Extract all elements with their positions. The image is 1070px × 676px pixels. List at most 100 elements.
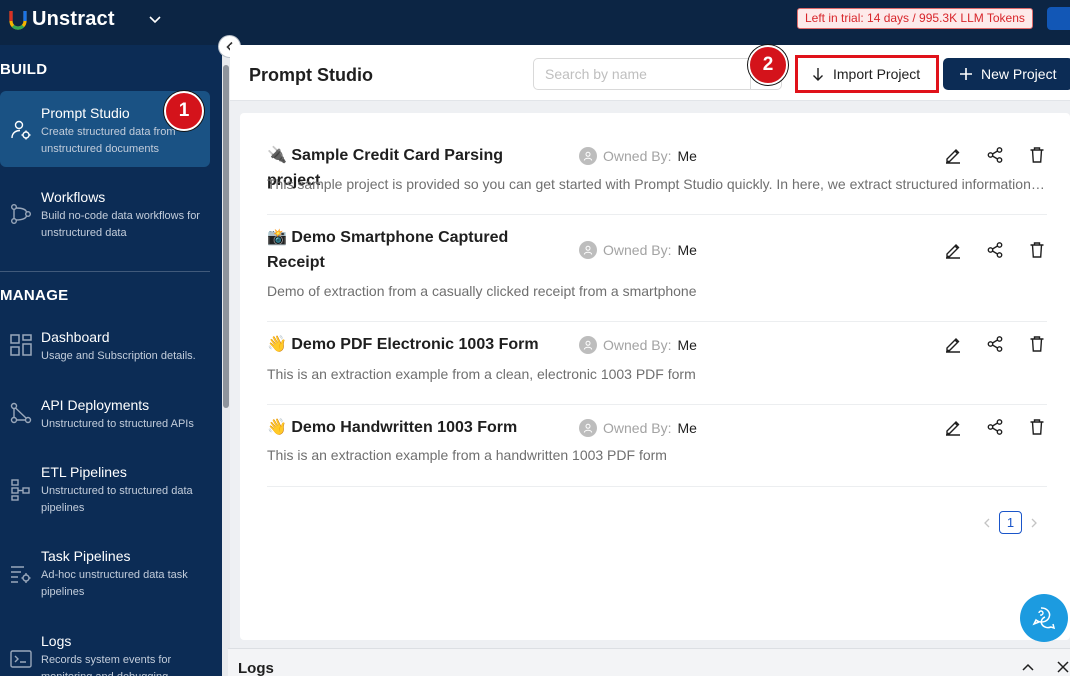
sidebar-item-logs[interactable]: Logs Records system events for monitorin… [0, 620, 210, 676]
page-number[interactable]: 1 [999, 511, 1022, 534]
trial-badge: Left in trial: 14 days / 995.3K LLM Toke… [797, 8, 1033, 29]
chat-help-icon [1032, 607, 1056, 630]
owner-label: Owned By: [603, 337, 672, 353]
upgrade-button[interactable] [1047, 7, 1070, 30]
step-marker-1: 1 [164, 91, 204, 131]
plus-icon [960, 68, 972, 80]
project-list-card: 🔌 Sample Credit Card Parsing project Own… [240, 113, 1070, 640]
project-row[interactable]: 🔌 Sample Credit Card Parsing project Own… [267, 133, 1047, 215]
sidebar-item-task-pipelines[interactable]: Task Pipelines Ad-hoc unstructured data … [0, 535, 210, 611]
user-avatar-icon [579, 241, 597, 259]
prompt-studio-icon [11, 120, 31, 140]
owner-name: Me [677, 242, 697, 258]
project-emoji: 🔌 [267, 147, 287, 164]
sidebar-item-label: ETL Pipelines [41, 464, 127, 480]
project-title[interactable]: 👋 Demo PDF Electronic 1003 Form [267, 332, 542, 357]
search-box [533, 58, 782, 90]
sidebar-item-label: Task Pipelines [41, 548, 131, 564]
api-icon [10, 402, 32, 424]
build-section-title: BUILD [0, 61, 48, 78]
project-emoji: 👋 [267, 336, 287, 353]
user-avatar-icon [579, 147, 597, 165]
terminal-icon [10, 650, 32, 668]
import-project-label: Import Project [833, 66, 921, 82]
sidebar-item-dashboard[interactable]: Dashboard Usage and Subscription details… [0, 316, 210, 376]
owner-name: Me [677, 337, 697, 353]
project-row[interactable]: 👋 Demo PDF Electronic 1003 Form Owned By… [267, 322, 1047, 405]
sidebar-item-label: Dashboard [41, 329, 110, 345]
logs-title: Logs [238, 660, 274, 676]
owner-name: Me [677, 148, 697, 164]
project-actions [921, 334, 1047, 354]
project-owner: Owned By: Me [579, 336, 697, 354]
import-project-button[interactable]: Import Project [795, 55, 939, 93]
owner-label: Owned By: [603, 242, 672, 258]
project-row[interactable]: 👋 Demo Handwritten 1003 Form Owned By: M… [267, 405, 1047, 487]
project-owner: Owned By: Me [579, 147, 697, 165]
search-input[interactable] [534, 59, 751, 89]
edit-icon[interactable] [943, 334, 963, 354]
share-icon[interactable] [985, 240, 1005, 260]
sidebar-item-desc: Ad-hoc unstructured data task pipelines [41, 569, 188, 598]
scroll-thumb[interactable] [223, 65, 229, 408]
sidebar-item-etl-pipelines[interactable]: ETL Pipelines Unstructured to structured… [0, 451, 210, 527]
brand-name: Unstract [32, 8, 115, 30]
project-row[interactable]: 📸 Demo Smartphone Captured Receipt Owned… [267, 215, 1047, 322]
workflow-icon [11, 204, 32, 225]
edit-icon[interactable] [943, 240, 963, 260]
close-icon[interactable] [1055, 659, 1070, 675]
project-emoji: 📸 [267, 229, 287, 246]
project-actions [921, 417, 1047, 437]
edit-icon[interactable] [943, 417, 963, 437]
project-emoji: 👋 [267, 419, 287, 436]
logs-panel: Logs [228, 648, 1070, 676]
project-title-text: Demo PDF Electronic 1003 Form [291, 336, 539, 353]
help-chat-button[interactable] [1020, 594, 1068, 642]
sidebar-item-api-deployments[interactable]: API Deployments Unstructured to structur… [0, 384, 210, 444]
delete-icon[interactable] [1027, 145, 1047, 165]
share-icon[interactable] [985, 334, 1005, 354]
task-icon [11, 566, 31, 583]
sidebar-item-desc: Unstructured to structured data pipeline… [41, 485, 193, 514]
sidebar-divider [0, 271, 210, 272]
chevron-left-icon[interactable] [981, 517, 993, 529]
main-header: Prompt Studio Import Project New Project [230, 45, 1070, 101]
owner-label: Owned By: [603, 420, 672, 436]
sidebar-item-desc: Records system events for monitoring and… [41, 654, 172, 676]
sidebar-item-label: Workflows [41, 189, 106, 205]
new-project-label: New Project [981, 66, 1057, 82]
owner-label: Owned By: [603, 148, 672, 164]
chevron-down-icon[interactable] [147, 12, 163, 28]
project-actions [921, 145, 1047, 165]
sidebar-scrollbar[interactable] [222, 45, 230, 676]
brand-logo[interactable]: Unstract [8, 8, 115, 31]
project-description: Demo of extraction from a casually click… [267, 283, 697, 299]
sidebar-item-label: API Deployments [41, 397, 150, 413]
delete-icon[interactable] [1027, 334, 1047, 354]
project-title[interactable]: 👋 Demo Handwritten 1003 Form [267, 415, 542, 440]
user-avatar-icon [579, 336, 597, 354]
sidebar-item-workflows[interactable]: Workflows Build no-code data workflows f… [0, 175, 210, 251]
new-project-button[interactable]: New Project [943, 58, 1070, 90]
project-title[interactable]: 📸 Demo Smartphone Captured Receipt [267, 225, 542, 275]
project-description: This sample project is provided so you c… [267, 176, 1047, 192]
sidebar: BUILD Prompt Studio Create structured da… [0, 45, 222, 676]
project-actions [921, 240, 1047, 260]
project-owner: Owned By: Me [579, 241, 697, 259]
project-title-text: Demo Smartphone Captured Receipt [267, 229, 509, 271]
sidebar-item-label: Logs [41, 633, 72, 649]
owner-name: Me [677, 420, 697, 436]
sidebar-item-desc: Usage and Subscription details. [41, 350, 196, 362]
arrow-down-icon [813, 68, 823, 81]
project-owner: Owned By: Me [579, 419, 697, 437]
project-title-text: Demo Handwritten 1003 Form [291, 419, 518, 436]
share-icon[interactable] [985, 145, 1005, 165]
delete-icon[interactable] [1027, 240, 1047, 260]
delete-icon[interactable] [1027, 417, 1047, 437]
project-description: This is an extraction example from a cle… [267, 366, 696, 382]
manage-section-title: MANAGE [0, 287, 69, 304]
chevron-right-icon[interactable] [1028, 517, 1040, 529]
chevron-up-icon[interactable] [1020, 659, 1036, 675]
share-icon[interactable] [985, 417, 1005, 437]
edit-icon[interactable] [943, 145, 963, 165]
